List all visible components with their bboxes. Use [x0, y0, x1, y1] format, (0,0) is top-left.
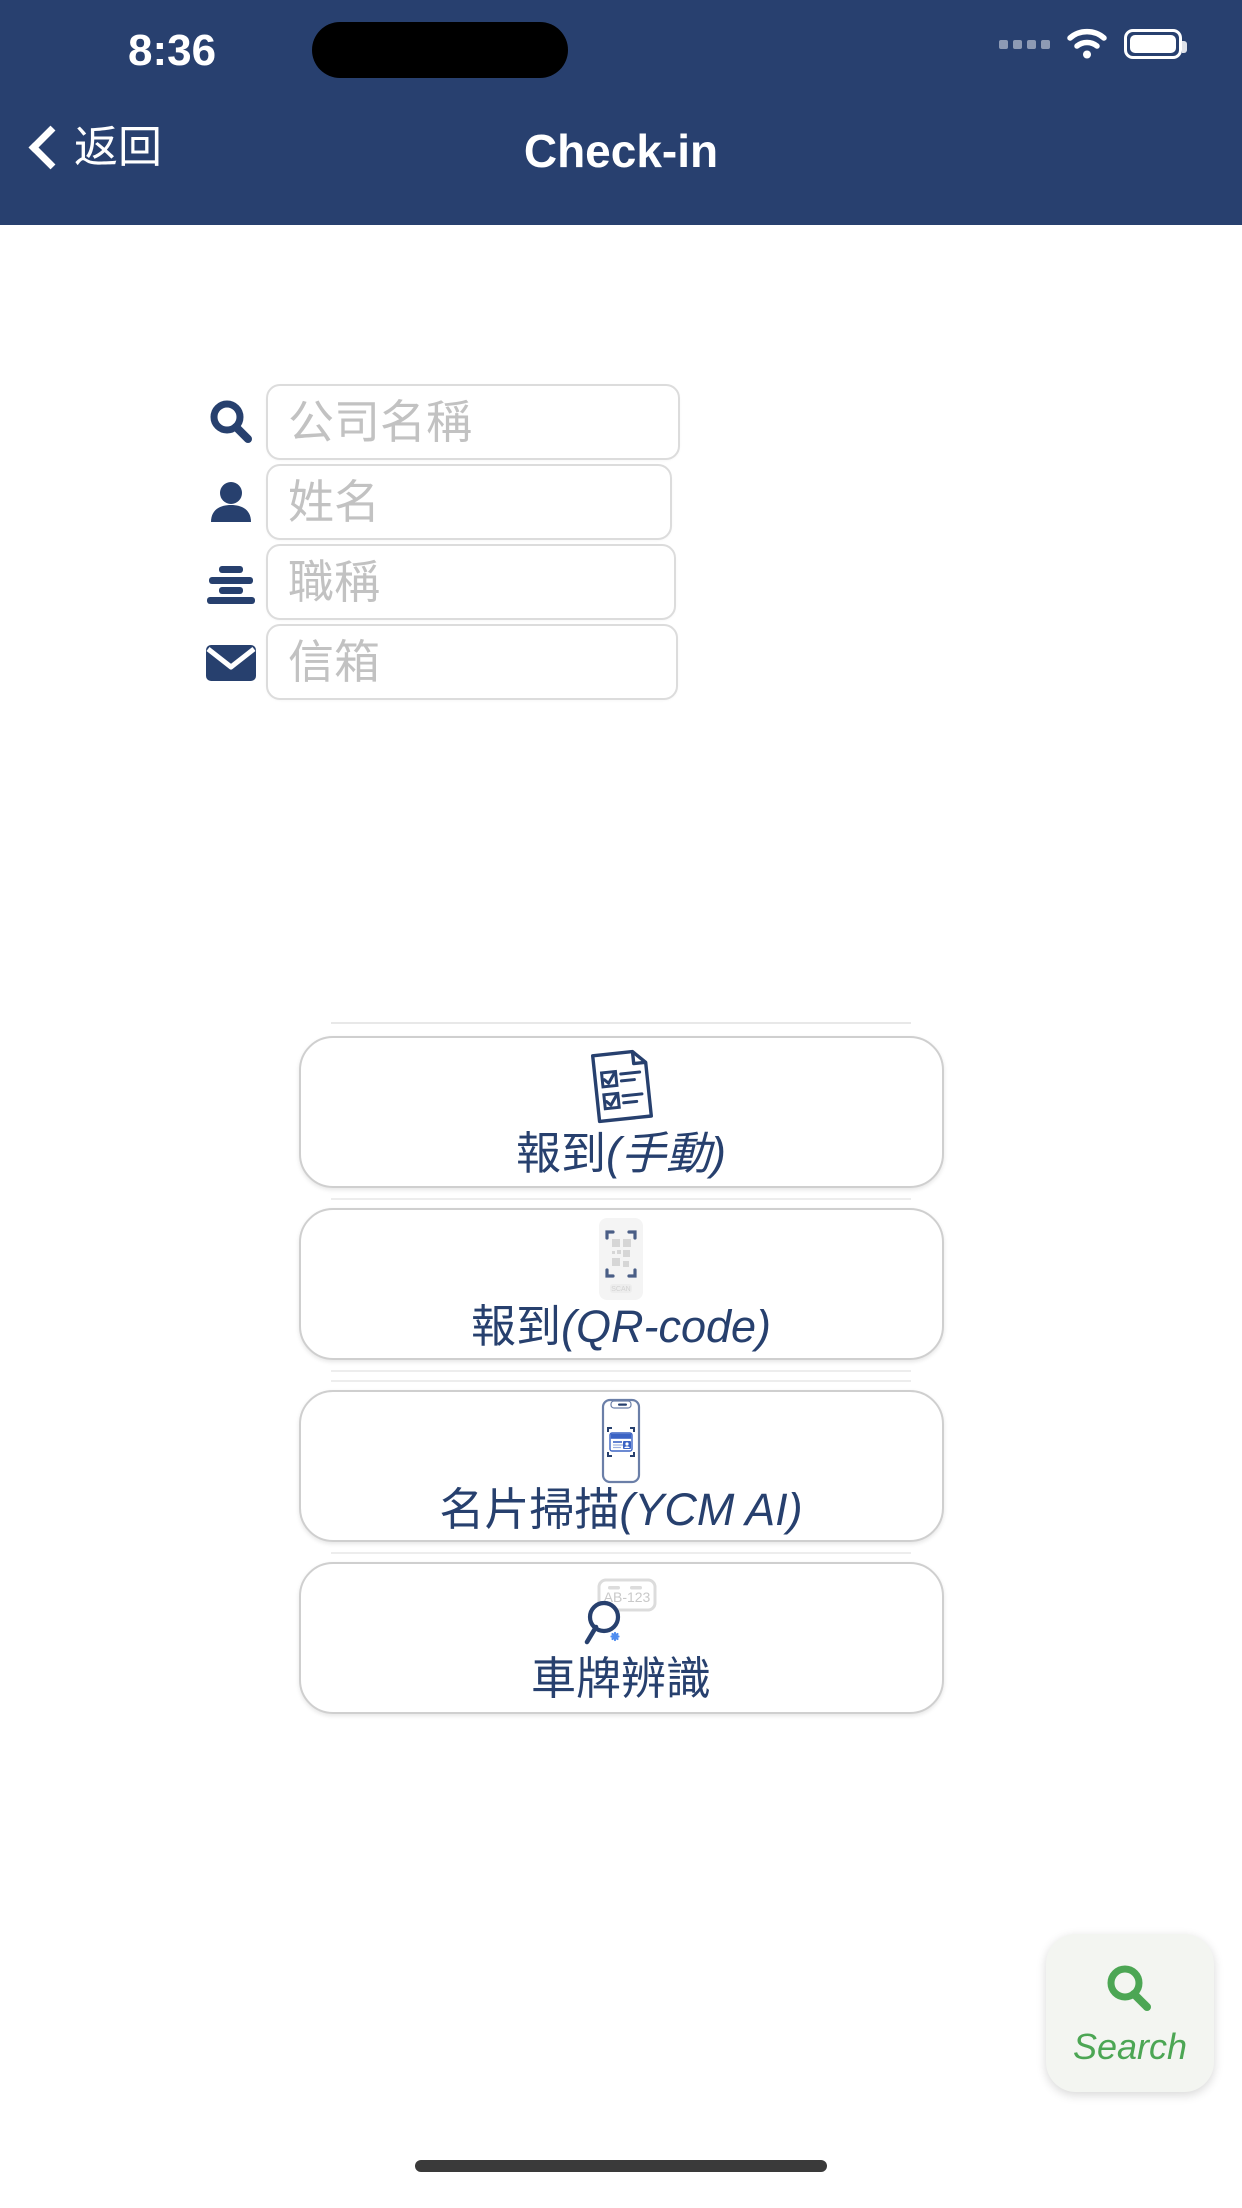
cellular-dots-icon: [999, 39, 1050, 49]
person-name-input[interactable]: 姓名: [266, 464, 672, 540]
divider: [331, 1380, 911, 1382]
business-card-scan-button[interactable]: 名片掃描(YCM AI): [298, 1390, 944, 1542]
person-name-placeholder: 姓名: [288, 476, 380, 528]
status-bar-indicators: [999, 28, 1187, 60]
business-card-scan-label: 名片掃描(YCM AI): [439, 1484, 803, 1535]
checkin-manual-button[interactable]: 報到(手動): [298, 1036, 944, 1188]
checkin-form: 公司名稱 姓名 職稱 信箱: [0, 384, 1242, 700]
business-card-scan-icon: [578, 1397, 664, 1485]
search-icon: [1100, 1961, 1160, 2024]
divider: [331, 1198, 911, 1200]
search-fab-label: Search: [1072, 2025, 1188, 2067]
job-title-input[interactable]: 職稱: [266, 544, 676, 620]
page-title: Check-in: [523, 125, 719, 177]
home-indicator[interactable]: [415, 2160, 827, 2172]
job-title-placeholder: 職稱: [288, 556, 380, 608]
checkin-qrcode-label: 報到(QR-code): [470, 1301, 772, 1352]
divider: [331, 1370, 911, 1372]
dynamic-island: [312, 22, 568, 78]
wifi-icon: [1066, 28, 1108, 60]
title-field-row: 職稱: [0, 544, 1242, 620]
person-icon: [200, 471, 262, 533]
company-name-input[interactable]: 公司名稱: [266, 384, 680, 460]
action-button-list: 報到(手動) SCAN 報到(QR-code) 名片掃描(YCM AI) AB-…: [0, 1022, 1242, 1714]
company-field-row: 公司名稱: [0, 384, 1242, 460]
email-placeholder: 信箱: [288, 636, 380, 688]
name-field-row: 姓名: [0, 464, 1242, 540]
license-plate-label: 車牌辨識: [530, 1653, 711, 1704]
divider: [331, 1022, 911, 1024]
checkin-qrcode-button[interactable]: SCAN 報到(QR-code): [298, 1208, 944, 1360]
battery-icon: [1124, 29, 1187, 59]
license-plate-search-icon: AB-123: [566, 1572, 676, 1654]
envelope-icon: [200, 631, 262, 693]
status-bar: 8:36: [0, 0, 1242, 96]
email-input[interactable]: 信箱: [266, 624, 678, 700]
navigation-bar: 返回 Check-in: [0, 96, 1242, 225]
search-fab-button[interactable]: Search: [1046, 1934, 1214, 2092]
status-bar-time: 8:36: [128, 26, 217, 75]
svg-text:SCAN: SCAN: [611, 1286, 630, 1293]
list-bars-icon: [200, 551, 262, 613]
qr-scan-phone-icon: SCAN: [579, 1216, 663, 1302]
checkin-manual-label: 報到(手動): [516, 1128, 726, 1179]
checklist-document-icon: [578, 1045, 664, 1127]
email-field-row: 信箱: [0, 624, 1242, 700]
search-icon: [200, 391, 262, 453]
license-plate-button[interactable]: AB-123 車牌辨識: [298, 1562, 944, 1714]
company-name-placeholder: 公司名稱: [288, 396, 472, 448]
divider: [331, 1552, 911, 1554]
